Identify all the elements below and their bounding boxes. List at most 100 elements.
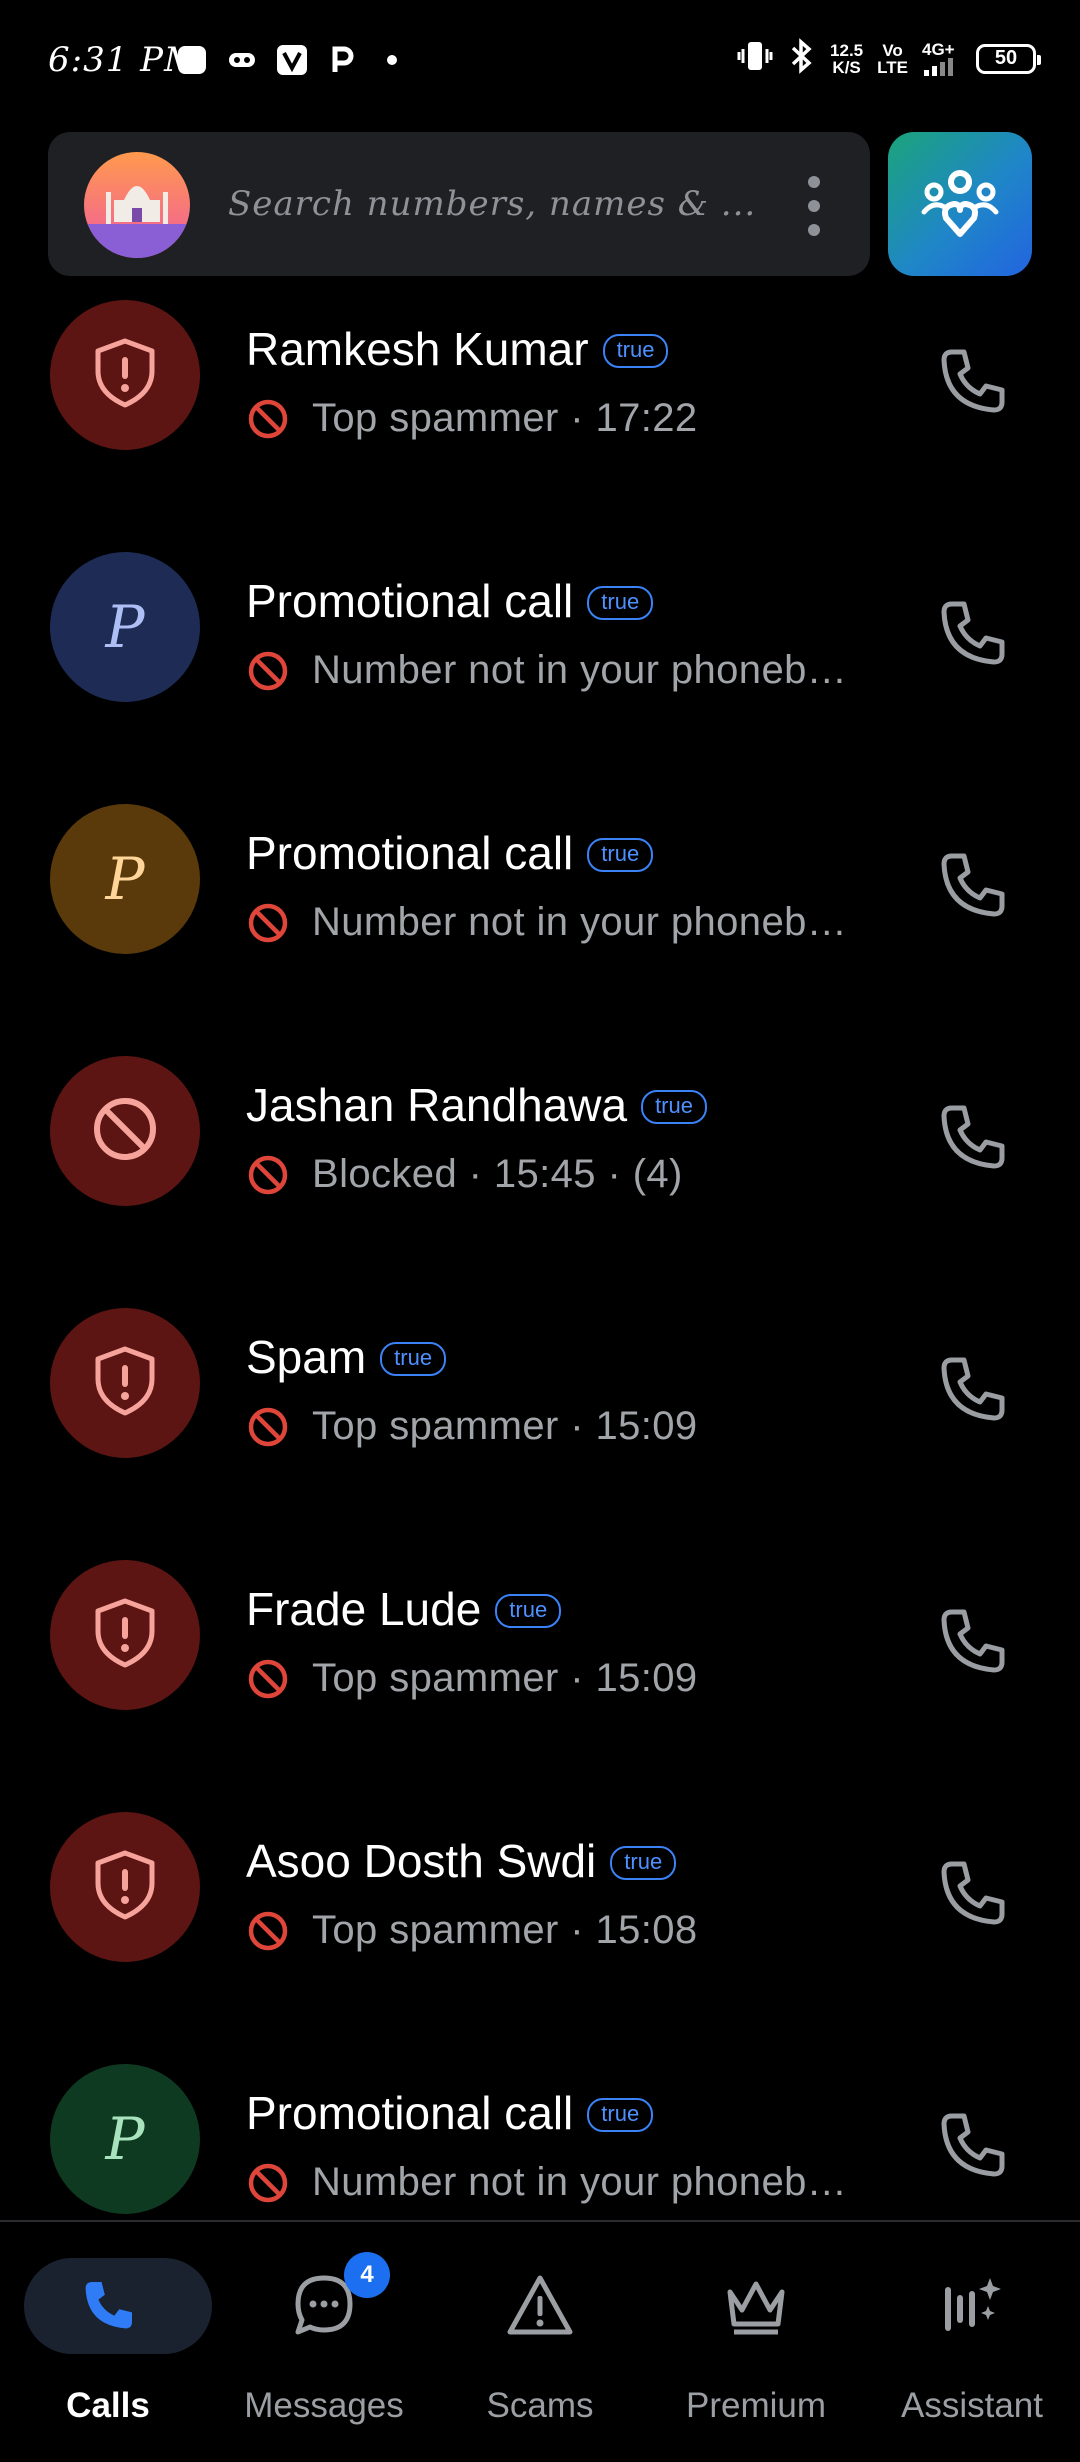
search-bar[interactable] (48, 132, 870, 276)
vibrate-icon (736, 39, 774, 78)
avatar-letter: P (105, 593, 145, 661)
bottom-navigation: Calls 4 Messages Scams Premium Assistant (0, 2220, 1080, 2462)
call-row[interactable]: Asoo Dosth Swdi true Top spammer · 15:08 (0, 1812, 1080, 2064)
call-button[interactable] (932, 594, 1012, 674)
contacts-group-icon (918, 160, 1002, 249)
status-badge: true (587, 586, 654, 620)
call-log-list[interactable]: Ramkesh Kumar true Top spammer · 17:22 P… (0, 300, 1080, 2220)
status-badge: true (587, 838, 654, 872)
p-app-icon (326, 44, 358, 76)
letter-avatar: P (50, 2064, 200, 2214)
nav-tab-premium[interactable]: Premium (648, 2222, 864, 2462)
call-row[interactable]: Ramkesh Kumar true Top spammer · 17:22 (0, 300, 1080, 552)
call-detail: Top spammer · 15:08 (312, 1908, 698, 1952)
block-icon (248, 2163, 288, 2202)
caller-name: Frade Lude (246, 1583, 482, 1635)
status-bar: 6:31 PM 12.5 K/S Vo LTE 4G+ 50 (0, 0, 1080, 120)
contacts-button[interactable] (888, 132, 1032, 276)
avatar-letter: P (105, 845, 145, 913)
warning-triangle-icon (502, 2268, 578, 2344)
phone-icon (932, 853, 1012, 930)
block-icon (248, 1911, 288, 1950)
phone-icon (932, 349, 1012, 426)
nav-label-premium: Premium (685, 2386, 827, 2425)
voice-assistant-icon (934, 2268, 1010, 2344)
block-icon (248, 1659, 288, 1698)
caller-name: Promotional call (246, 827, 574, 879)
call-button[interactable] (932, 2106, 1012, 2186)
call-detail: Number not in your phonebook (312, 900, 866, 944)
call-detail: Blocked · 15:45 · (4) (312, 1152, 683, 1196)
call-button[interactable] (932, 1098, 1012, 1178)
call-row[interactable]: P Promotional call true Number not in yo… (0, 804, 1080, 1056)
phone-icon (932, 1861, 1012, 1938)
caller-name: Spam (246, 1331, 367, 1383)
caller-name: Promotional call (246, 2087, 574, 2139)
phone-icon (932, 2113, 1012, 2190)
call-button[interactable] (932, 846, 1012, 926)
call-row[interactable]: Jashan Randhawa true Blocked · 15:45 · (… (0, 1056, 1080, 1308)
spam-avatar (50, 1308, 200, 1458)
spam-avatar (50, 1812, 200, 1962)
nav-tab-scams[interactable]: Scams (432, 2222, 648, 2462)
block-icon (248, 903, 288, 942)
gamepad-icon (226, 44, 258, 76)
shield-alert-icon (92, 1849, 158, 1926)
call-button[interactable] (932, 342, 1012, 422)
signal-indicator: 4G+ (922, 41, 962, 76)
search-input[interactable] (226, 178, 790, 230)
caller-name: Jashan Randhawa (246, 1079, 628, 1131)
nav-label-assistant: Assistant (901, 2386, 1043, 2425)
avatar-letter: P (105, 2105, 145, 2173)
blocked-avatar (50, 1056, 200, 1206)
phone-icon (932, 601, 1012, 678)
call-row[interactable]: P Promotional call true Number not in yo… (0, 2064, 1080, 2220)
call-row[interactable]: Frade Lude true Top spammer · 15:09 (0, 1560, 1080, 1812)
nav-tab-assistant[interactable]: Assistant (864, 2222, 1080, 2462)
volte-indicator: Vo LTE (877, 40, 908, 77)
shield-alert-icon (92, 337, 158, 414)
status-badge: true (602, 334, 669, 368)
more-options-icon[interactable] (802, 176, 826, 236)
call-detail: Number not in your phonebook (312, 2160, 866, 2204)
nav-label-messages: Messages (244, 2386, 404, 2425)
call-button[interactable] (932, 1854, 1012, 1934)
status-badge: true (380, 1342, 447, 1376)
nav-label-calls: Calls (66, 2386, 150, 2425)
phone-icon (932, 1609, 1012, 1686)
call-button[interactable] (932, 1602, 1012, 1682)
call-detail: Top spammer · 15:09 (312, 1656, 698, 1700)
status-badge: true (587, 2098, 654, 2132)
crown-icon (718, 2268, 794, 2344)
block-icon (248, 651, 288, 690)
profile-avatar[interactable] (84, 152, 190, 258)
letter-avatar: P (50, 552, 200, 702)
nav-label-scams: Scams (486, 2386, 594, 2425)
call-detail: Number not in your phonebook (312, 648, 866, 692)
call-detail: Top spammer · 17:22 (312, 396, 698, 440)
network-speed: 12.5 K/S (830, 40, 864, 77)
call-row[interactable]: P Promotional call true Number not in yo… (0, 552, 1080, 804)
call-detail: Top spammer · 15:09 (312, 1404, 698, 1448)
spam-avatar (50, 300, 200, 450)
call-button[interactable] (932, 1350, 1012, 1430)
status-badge: true (610, 1846, 677, 1880)
block-icon (248, 1407, 288, 1446)
letter-avatar: P (50, 804, 200, 954)
blocked-icon (89, 1093, 161, 1170)
shield-alert-icon (92, 1345, 158, 1422)
phone-icon (932, 1357, 1012, 1434)
notification-icons (176, 44, 408, 76)
block-icon (248, 1155, 288, 1194)
battery-indicator: 50 (976, 43, 1041, 74)
status-badge: true (495, 1594, 562, 1628)
call-row[interactable]: Spam true Top spammer · 15:09 (0, 1308, 1080, 1560)
phone-icon (932, 1105, 1012, 1182)
caller-name: Asoo Dosth Swdi (246, 1835, 597, 1887)
caller-name: Ramkesh Kumar (246, 323, 589, 375)
nav-tab-calls[interactable]: Calls (0, 2222, 216, 2462)
shield-alert-icon (92, 1597, 158, 1674)
phone-icon (70, 2268, 146, 2344)
nav-tab-messages[interactable]: 4 Messages (216, 2222, 432, 2462)
square-app-icon (176, 44, 208, 76)
